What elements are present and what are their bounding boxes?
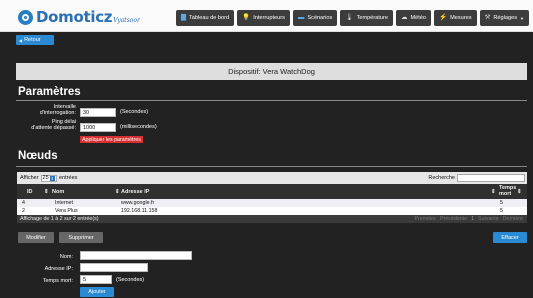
- interval-unit: (Secondes): [120, 109, 149, 115]
- params-divider: [16, 100, 527, 101]
- sort-icon: ⇕: [44, 189, 49, 195]
- select-arrow-icon: ⇕: [49, 175, 56, 181]
- ping-input[interactable]: 1000: [80, 123, 116, 132]
- page-size-select[interactable]: 25 ⇕: [40, 174, 58, 182]
- nav-settings[interactable]: ⚒ Réglages ▼: [479, 10, 529, 26]
- nav-switches[interactable]: 💡 Interrupteurs: [237, 10, 290, 26]
- nav-label: Tableau de bord: [188, 15, 230, 21]
- interval-label: Intervalle d'interrogation:: [16, 104, 76, 116]
- delete-button[interactable]: Supprimer: [59, 232, 103, 243]
- col-id[interactable]: ID: [27, 189, 33, 195]
- cell-name: Vera Plus: [55, 208, 78, 214]
- ping-unit: (millisecondes): [120, 124, 157, 130]
- chevron-down-icon: ▼: [520, 15, 524, 21]
- main-nav: ▇ Tableau de bord 💡 Interrupteurs ▬ Scénari…: [175, 10, 529, 26]
- modify-button[interactable]: Modifier: [18, 232, 54, 243]
- nodes-heading: Nœuds: [18, 150, 58, 162]
- pager-page-1[interactable]: 1: [471, 216, 474, 222]
- params-heading: Paramètres: [18, 86, 81, 98]
- nav-scenes[interactable]: ▬ Scénarios: [292, 10, 338, 26]
- col-name[interactable]: Nom: [52, 189, 64, 195]
- weather-icon: ☁: [400, 13, 408, 21]
- nav-label: Mesures: [450, 15, 472, 21]
- name-input[interactable]: [80, 251, 192, 260]
- table-row[interactable]: 2 Vera Plus 192.168.11.158 5: [17, 207, 527, 215]
- dashboard-icon: ▇: [180, 13, 186, 21]
- back-button[interactable]: ◀ Retour: [16, 35, 54, 45]
- cell-id: 2: [22, 208, 25, 214]
- interval-input[interactable]: 30: [80, 108, 116, 117]
- logo-suffix: Vyatsoor: [113, 16, 140, 24]
- show-label: Afficher: [20, 175, 39, 181]
- table-row[interactable]: 4 Internet www.google.fr 5: [17, 199, 527, 207]
- ping-label: Ping délai d'attente dépassé:: [16, 119, 76, 131]
- ip-label: Adresse IP:: [44, 266, 73, 272]
- sort-icon: ⇕: [517, 189, 522, 195]
- apply-settings-button[interactable]: Appliquer les paramètres: [80, 136, 143, 143]
- sort-icon: ⇕: [115, 189, 120, 195]
- top-bar: Domoticz Vyatsoor ▇ Tableau de bord 💡 Inte…: [0, 0, 533, 32]
- table-controls: Afficher 25 ⇕ entrées Recherche: [17, 172, 527, 184]
- table-info: Affichage de 1 à 2 sur 2 entrée(s): [20, 216, 99, 222]
- scenes-icon: ▬: [297, 13, 305, 21]
- entries-label: entrées: [59, 175, 78, 181]
- search-input[interactable]: [457, 174, 525, 182]
- nav-label: Météo: [410, 15, 427, 21]
- cell-id: 4: [22, 200, 25, 206]
- domoticz-logo[interactable]: Domoticz Vyatsoor: [18, 8, 140, 26]
- cell-timeout: 5: [500, 208, 503, 214]
- page-size-value: 25: [42, 175, 49, 181]
- nav-temperature[interactable]: 🌡 Température: [340, 10, 393, 26]
- table-footer: Affichage de 1 à 2 sur 2 entrée(s) Premi…: [17, 215, 527, 223]
- interval-label-line2: d'interrogation:: [39, 110, 76, 116]
- bulb-icon: 💡: [242, 13, 251, 21]
- pager-last[interactable]: Dernière: [503, 216, 523, 222]
- pagination: Première Précédente 1 Suivante Dernière: [415, 216, 524, 222]
- col-timeout[interactable]: Temps mort: [499, 185, 516, 197]
- timeout-unit: (Secondes): [116, 277, 145, 283]
- utility-icon: ⚡: [439, 13, 448, 21]
- col-ip[interactable]: Adresse IP: [121, 189, 149, 195]
- cell-ip: www.google.fr: [121, 200, 155, 206]
- nav-label: Température: [356, 15, 388, 21]
- add-button[interactable]: Ajouter: [80, 287, 114, 297]
- table-header: ID ⇕ Nom ⇕ Adresse IP ⇕ Temps mort ⇕: [17, 184, 527, 199]
- search-label: Recherche: [428, 175, 455, 181]
- nav-label: Interrupteurs: [253, 15, 285, 21]
- pager-next[interactable]: Suivante: [478, 216, 499, 222]
- device-title: Dispositif: Vera WatchDog: [16, 63, 527, 80]
- back-label: Retour: [24, 37, 41, 43]
- logo-icon: [18, 9, 33, 25]
- sort-icon: ⇕: [491, 189, 496, 195]
- nav-dashboard[interactable]: ▇ Tableau de bord: [175, 10, 235, 26]
- nav-label: Réglages: [493, 15, 518, 21]
- name-label: Nom:: [59, 254, 73, 260]
- nav-label: Scénarios: [307, 15, 333, 21]
- logo-text: Domoticz: [36, 8, 113, 26]
- ip-input[interactable]: [80, 263, 148, 272]
- clear-button[interactable]: Effacer: [493, 232, 527, 243]
- cell-ip: 192.168.11.158: [121, 208, 158, 214]
- settings-icon: ⚒: [484, 13, 491, 21]
- back-arrow-icon: ◀: [19, 37, 23, 43]
- timeout-input[interactable]: 5: [80, 275, 112, 284]
- thermometer-icon: 🌡: [345, 13, 354, 21]
- ping-label-line2: d'attente dépassé:: [31, 125, 76, 131]
- timeout-label: Temps mort:: [42, 278, 73, 284]
- cell-name: Internet: [55, 200, 73, 206]
- nodes-divider: [16, 166, 527, 167]
- nav-utility[interactable]: ⚡ Mesures: [434, 10, 477, 26]
- nav-weather[interactable]: ☁ Météo: [395, 10, 432, 26]
- pager-first[interactable]: Première: [415, 216, 437, 222]
- nodes-table: Afficher 25 ⇕ entrées Recherche ID ⇕ Nom …: [17, 172, 527, 223]
- pager-previous[interactable]: Précédente: [440, 216, 467, 222]
- cell-timeout: 5: [500, 200, 503, 206]
